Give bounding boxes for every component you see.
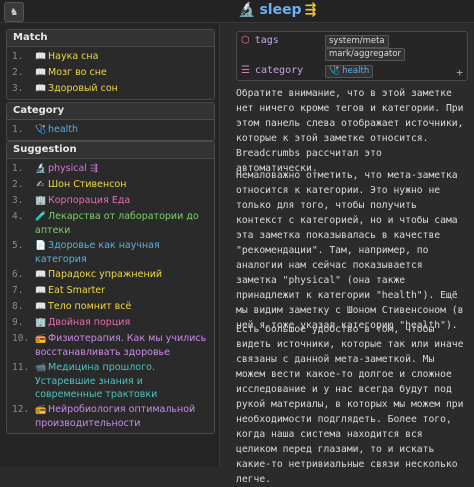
list-item-label: Двойная порция xyxy=(48,317,131,328)
list-item-label: Корпорация Еда xyxy=(48,195,131,206)
list-item-number: 11. xyxy=(12,362,30,373)
list-item-number: 3. xyxy=(12,195,24,206)
note-type-icon: 🩺 xyxy=(35,125,47,135)
suggestion-list-item[interactable]: 9. 🏢 Двойная порция xyxy=(7,315,214,331)
top-bar: ♞ 🔬 sleep ⇶ xyxy=(0,0,474,23)
category-panel-header: Category xyxy=(7,103,214,120)
list-item-number: 6. xyxy=(12,269,24,280)
app-logo-icon[interactable]: ♞ xyxy=(4,2,24,22)
category-panel: Category 1. 🩺 health xyxy=(6,102,215,141)
list-item-label: Тело помнит всё xyxy=(48,301,132,312)
list-item-label: Медицина прошлого. Устаревшие знания и с… xyxy=(35,362,158,400)
list-item-number: 5. xyxy=(12,240,24,251)
microscope-icon: 🔬 xyxy=(238,2,256,18)
list-item-label: Нейробиология оптимальной производительн… xyxy=(35,404,196,429)
list-item-label: Парадокс упражнений xyxy=(48,269,163,280)
match-list-item[interactable]: 3. 📖 Здоровый сон xyxy=(7,81,214,97)
suggestion-list-item[interactable]: 4. 🧪 Лекарства от лаборатории до аптеки xyxy=(7,209,214,238)
tags-label: tags xyxy=(254,35,279,46)
suggestion-list-item[interactable]: 2. ✍ Шон Стивенсон xyxy=(7,177,214,193)
note-title: 🔬 sleep ⇶ xyxy=(238,2,316,18)
list-item-label: Лекарства от лаборатории до аптеки xyxy=(35,211,199,236)
note-type-icon: 📻 xyxy=(35,334,47,344)
list-item-number: 3. xyxy=(12,83,24,94)
note-type-icon: 📖 xyxy=(35,68,47,78)
body-paragraph-3: Есть большое удобство в том, чтобы видет… xyxy=(236,324,464,485)
note-type-icon: 📻 xyxy=(35,405,47,415)
note-type-icon: 🏢 xyxy=(35,196,47,206)
category-row: ☰ category xyxy=(241,65,303,76)
list-item-label: Мозг во сне xyxy=(48,67,107,78)
category-chip-health[interactable]: 🩺 health xyxy=(325,65,374,78)
list-item-number: 1. xyxy=(12,51,24,62)
add-property-icon[interactable]: + xyxy=(456,66,463,79)
match-list: 1. 📖 Наука сна 2. 📖 Мозг во сне 3. 📖 Здоровый со… xyxy=(7,47,214,99)
match-panel: Match 1. 📖 Наука сна 2. 📖 Мозг во сне 3. 📖 Здоро… xyxy=(6,29,215,100)
list-item-number: 4. xyxy=(12,211,24,222)
sidebar: Match 1. 📖 Наука сна 2. 📖 Мозг во сне 3. 📖 Здоро… xyxy=(0,23,220,467)
note-type-icon: 📖 xyxy=(35,302,47,312)
metadata-box: ⬡ tags system/meta mark/aggregator ☰ categ… xyxy=(236,31,468,81)
suggestion-list-item[interactable]: 3. 🏢 Корпорация Еда xyxy=(7,193,214,209)
list-item-number: 1. xyxy=(12,163,24,174)
suggestion-list-item[interactable]: 12. 📻 Нейробиология оптимальной производит… xyxy=(7,402,214,431)
category-label: category xyxy=(254,65,304,76)
note-type-icon: 📖 xyxy=(35,84,47,94)
note-type-icon: 🧪 xyxy=(35,212,47,222)
suggestion-panel-header: Suggestion xyxy=(7,142,214,159)
suggestion-panel: Suggestion 1. 🔬 physical ⇶ 2. ✍ Шон Стивенсон… xyxy=(6,141,215,434)
list-item-number: 2. xyxy=(12,179,24,190)
note-type-icon: 🏢 xyxy=(35,318,47,328)
list-item-label: Наука сна xyxy=(48,51,99,62)
suggestion-list-item[interactable]: 5. 📄 Здоровье как научная категория xyxy=(7,238,214,267)
list-item-number: 8. xyxy=(12,301,24,312)
tags-row: ⬡ tags xyxy=(241,35,279,46)
note-type-icon: ✍ xyxy=(36,180,44,190)
note-type-icon: 📖 xyxy=(35,52,47,62)
list-item-label: Здоровый сон xyxy=(48,83,118,94)
tag-chip-mark-aggregator[interactable]: mark/aggregator xyxy=(325,48,405,61)
suggestion-list-item[interactable]: 6. 📖 Парадокс упражнений xyxy=(7,267,214,283)
suggestion-list-item[interactable]: 10. 📻 Физиотерапия. Как мы учились восстан… xyxy=(7,331,214,360)
list-item-label: health xyxy=(48,124,79,135)
note-type-icon: 🔬 xyxy=(35,164,47,174)
note-type-icon: 📖 xyxy=(35,270,47,280)
list-item-label: Eat Smarter xyxy=(48,285,106,296)
body-paragraph-1: Обратите внимание, что в этой заметке не… xyxy=(236,88,464,174)
list-item-number: 2. xyxy=(12,67,24,78)
suggestion-list-item[interactable]: 11. 📹 Медицина прошлого. Устаревшие знания… xyxy=(7,360,214,402)
note-type-icon: 📖 xyxy=(35,286,47,296)
match-list-item[interactable]: 1. 📖 Наука сна xyxy=(7,49,214,65)
list-item-label: physical ⇶ xyxy=(48,163,98,174)
health-icon: 🩺 xyxy=(329,66,340,76)
match-panel-header: Match xyxy=(7,30,214,47)
suggestion-list-item[interactable]: 8. 📖 Тело помнит всё xyxy=(7,299,214,315)
list-item-number: 9. xyxy=(12,317,24,328)
list-item-number: 7. xyxy=(12,285,24,296)
tag-icon: ⬡ xyxy=(241,35,250,46)
suggestion-list: 1. 🔬 physical ⇶ 2. ✍ Шон Стивенсон 3. 🏢 Корпорац… xyxy=(7,159,214,433)
list-item-number: 1. xyxy=(12,124,24,135)
list-item-number: 10. xyxy=(12,333,30,344)
note-title-text: sleep xyxy=(259,2,302,18)
list-icon: ☰ xyxy=(241,65,250,76)
note-type-icon: 📄 xyxy=(35,241,47,251)
category-list: 1. 🩺 health xyxy=(7,120,214,140)
category-chip-label: health xyxy=(342,66,370,76)
list-item-label: Здоровье как научная категория xyxy=(35,240,160,265)
tag-chip-system-meta[interactable]: system/meta xyxy=(325,35,389,48)
note-type-icon: 📹 xyxy=(35,363,47,373)
suggestion-list-item[interactable]: 1. 🔬 physical ⇶ xyxy=(7,161,214,177)
list-item-label: Шон Стивенсон xyxy=(48,179,127,190)
suggestion-list-item[interactable]: 7. 📖 Eat Smarter xyxy=(7,283,214,299)
list-item-label: Физиотерапия. Как мы учились восстанавли… xyxy=(35,333,207,358)
body-paragraph-2: Немаловажно отметить, что мета-заметка о… xyxy=(236,170,464,331)
category-list-item[interactable]: 1. 🩺 health xyxy=(7,122,214,138)
list-item-number: 12. xyxy=(12,404,30,415)
match-list-item[interactable]: 2. 📖 Мозг во сне xyxy=(7,65,214,81)
aggregator-mark-icon: ⇶ xyxy=(304,2,317,18)
